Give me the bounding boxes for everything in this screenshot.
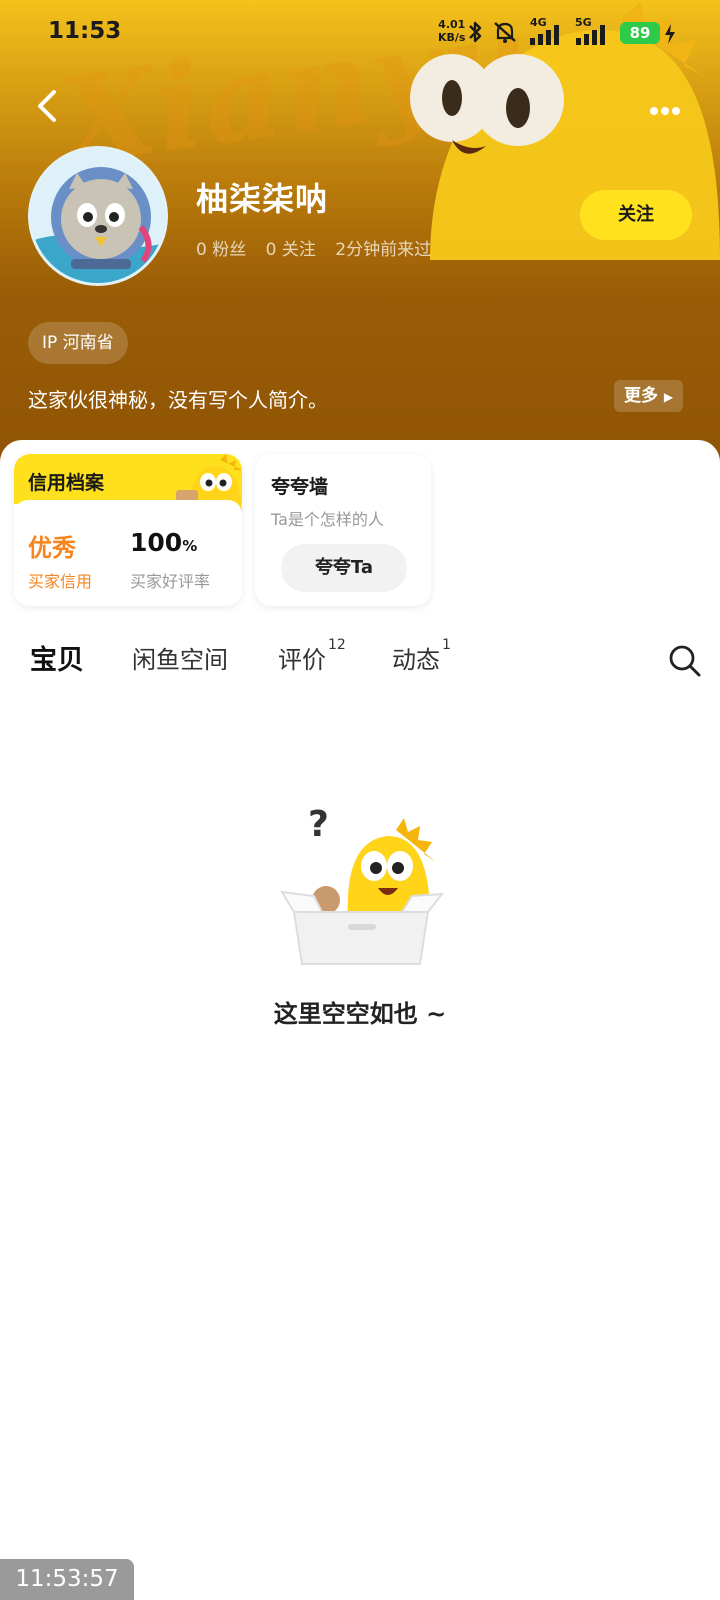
last-seen: 2分钟前来过: [335, 240, 432, 260]
status-bar: 11:53 4.01 KB/s 4G 5G 89: [0, 0, 720, 66]
tab-label: 动态: [392, 646, 440, 674]
bio-text: 这家伙很神秘，没有写个人简介。: [28, 388, 328, 412]
praise-title: 夸夸墙: [271, 476, 329, 498]
avatar[interactable]: [28, 146, 168, 286]
praise-wall-card[interactable]: 夸夸墙 Ta是个怎样的人 夸夸Ta: [255, 454, 431, 606]
credit-card-body: 优秀 买家信用 100% 买家好评率: [14, 500, 242, 606]
tab-label: 宝贝: [30, 645, 84, 676]
more-info-label: 更多: [624, 386, 658, 406]
tab-items[interactable]: 宝贝: [30, 638, 90, 679]
network-speed: 4.01 KB/s: [438, 18, 465, 44]
battery-indicator: 89: [620, 22, 660, 44]
back-icon[interactable]: [30, 86, 66, 126]
ip-location-tag: IP 河南省: [28, 322, 128, 364]
username: 柚柒柒呐: [196, 180, 329, 218]
positive-rate-unit: %: [182, 537, 198, 555]
charging-icon: [665, 24, 675, 44]
more-info-button[interactable]: 更多 ▶: [614, 380, 684, 412]
dot-icon: [672, 107, 680, 115]
credit-title: 信用档案: [28, 472, 105, 494]
mute-bell-icon: [494, 22, 516, 43]
praise-subtitle: Ta是个怎样的人: [271, 510, 384, 529]
positive-rate-label: 买家好评率: [130, 572, 211, 591]
bluetooth-icon: [469, 21, 482, 43]
follow-button[interactable]: 关注: [580, 190, 692, 240]
tab-count: 12: [328, 637, 346, 653]
empty-state-text: 这里空空如也 ~: [273, 1000, 447, 1028]
content-panel: 信用档案 优秀 买家信用 100% 买家好评率 夸夸墙 Ta是个怎样的人 夸夸T…: [0, 440, 720, 1600]
positive-rate-value: 100%: [130, 528, 197, 557]
dot-icon: [661, 107, 669, 115]
tab-reviews[interactable]: 评价12: [278, 637, 346, 675]
tab-label: 评价: [278, 646, 326, 674]
tab-bar: 宝贝 闲鱼空间 评价12 动态1: [0, 628, 720, 684]
profile-header: Xianyu 11:53 4.01 KB/s 4G 5G 89 柚柒柒呐 0 粉…: [0, 0, 720, 470]
status-time: 11:53: [48, 18, 122, 44]
credit-card[interactable]: 信用档案 优秀 买家信用 100% 买家好评率: [14, 454, 242, 606]
signal-icon-2: [576, 25, 605, 45]
empty-state-illustration: ?: [280, 804, 445, 965]
following-count[interactable]: 0 关注: [266, 240, 316, 260]
speed-value: 4.01: [438, 18, 466, 31]
praise-button[interactable]: 夸夸Ta: [281, 544, 407, 592]
recording-timestamp: 11:53:57: [0, 1559, 134, 1600]
dot-icon: [650, 107, 658, 115]
positive-rate-number: 100: [130, 528, 183, 557]
tab-activity[interactable]: 动态1: [392, 637, 451, 675]
tab-label: 闲鱼空间: [132, 646, 228, 674]
avatar-image: [31, 149, 165, 283]
svg-text:?: ?: [308, 804, 329, 845]
buyer-credit-rating: 优秀: [28, 534, 76, 562]
more-options-icon[interactable]: [650, 100, 690, 115]
triangle-right-icon: ▶: [663, 390, 674, 404]
speed-unit: KB/s: [438, 31, 466, 44]
tab-count: 1: [442, 637, 451, 653]
fans-count[interactable]: 0 粉丝: [196, 240, 246, 260]
profile-stats: 0 粉丝 0 关注 2分钟前来过: [196, 235, 445, 260]
search-icon[interactable]: [668, 644, 702, 678]
tab-space[interactable]: 闲鱼空间: [132, 640, 228, 675]
signal-icon-1: [530, 25, 559, 45]
buyer-credit-label: 买家信用: [28, 572, 93, 591]
